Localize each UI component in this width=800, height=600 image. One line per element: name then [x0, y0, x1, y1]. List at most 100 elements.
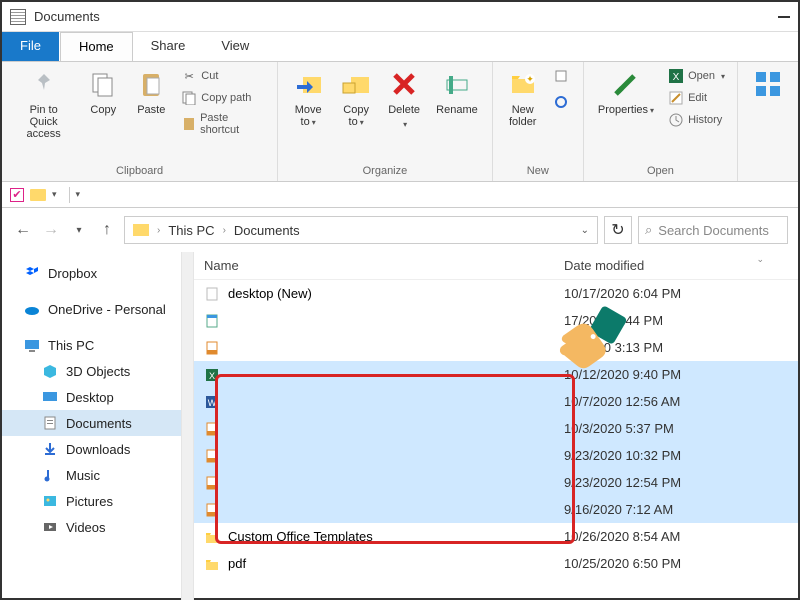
file-date: 13/2020 3:13 PM: [554, 340, 798, 355]
cube-icon: [42, 363, 58, 379]
nav-3d-objects[interactable]: 3D Objects: [2, 358, 181, 384]
copy-path-icon: [181, 90, 197, 106]
cut-button[interactable]: ✂Cut: [179, 66, 267, 86]
file-date: 10/26/2020 8:54 AM: [554, 529, 798, 544]
file-date: 17/2020 2:44 PM: [554, 313, 798, 328]
chevron-down-icon: ▾: [360, 118, 364, 127]
search-box[interactable]: ⌕ Search Documents: [638, 216, 788, 244]
tab-view[interactable]: View: [203, 32, 267, 61]
copy-button[interactable]: Copy: [83, 66, 123, 118]
file-row[interactable]: 9/16/2020 7:12 AM: [194, 496, 798, 523]
content-area: Dropbox OneDrive - Personal This PC 3D O…: [2, 252, 798, 600]
nav-pictures[interactable]: Pictures: [2, 488, 181, 514]
forward-button[interactable]: →: [40, 219, 62, 241]
file-row[interactable]: 9/23/2020 10:32 PM: [194, 442, 798, 469]
column-date-modified[interactable]: Date modified⌄: [554, 252, 798, 279]
delete-button[interactable]: Delete▾: [384, 66, 424, 131]
move-to-icon: [292, 68, 324, 100]
new-folder-icon: ✦: [507, 68, 539, 100]
pdf-icon: [204, 340, 220, 356]
select-group-icon[interactable]: [748, 66, 788, 102]
copy-path-button[interactable]: Copy path: [179, 88, 267, 108]
copy-to-button[interactable]: Copy to▾: [336, 66, 376, 130]
copy-icon: [87, 68, 119, 100]
nav-documents[interactable]: Documents: [2, 410, 181, 436]
nav-scrollbar[interactable]: [182, 252, 194, 600]
pin-to-quick-access-button[interactable]: Pin to Quick access: [12, 66, 75, 142]
column-name[interactable]: Name: [194, 252, 554, 279]
file-date: 10/17/2020 6:04 PM: [554, 286, 798, 301]
search-icon: ⌕: [645, 222, 652, 238]
address-bar[interactable]: › This PC › Documents ⌄: [124, 216, 598, 244]
folder-icon: [133, 224, 149, 236]
tab-home[interactable]: Home: [60, 32, 133, 61]
tab-file[interactable]: File: [2, 32, 59, 61]
up-button[interactable]: ↑: [96, 219, 118, 241]
tab-share[interactable]: Share: [133, 32, 204, 61]
svg-text:X: X: [673, 72, 680, 83]
file-row[interactable]: 9/23/2020 12:54 PM: [194, 469, 798, 496]
breadcrumb-segment[interactable]: Documents: [234, 223, 300, 238]
group-organize-label: Organize: [288, 163, 482, 179]
word-icon: W: [204, 394, 220, 410]
paste-button[interactable]: Paste: [131, 66, 171, 118]
nav-desktop[interactable]: Desktop: [2, 384, 181, 410]
file-row[interactable]: X10/12/2020 9:40 PM: [194, 361, 798, 388]
file-name: pdf: [228, 556, 246, 571]
file-row[interactable]: 10/3/2020 5:37 PM: [194, 415, 798, 442]
nav-onedrive[interactable]: OneDrive - Personal: [2, 296, 181, 322]
nav-this-pc[interactable]: This PC: [2, 332, 181, 358]
file-row[interactable]: desktop (New)10/17/2020 6:04 PM: [194, 280, 798, 307]
file-row[interactable]: 17/2020 2:44 PM: [194, 307, 798, 334]
file-row[interactable]: pdf10/25/2020 6:50 PM: [194, 550, 798, 577]
rename-icon: [441, 68, 473, 100]
chevron-down-icon: ▾: [403, 120, 407, 129]
recent-locations-button[interactable]: ▾: [68, 219, 90, 241]
nav-music[interactable]: Music: [2, 462, 181, 488]
file-date: 10/7/2020 12:56 AM: [554, 394, 798, 409]
file-row[interactable]: Custom Office Templates 10/26/2020 8:54 A…: [194, 523, 798, 550]
pdf-icon: [204, 502, 220, 518]
new-folder-button[interactable]: ✦ New folder: [503, 66, 543, 130]
new-item-icon: [553, 68, 569, 84]
desktop-icon: [42, 389, 58, 405]
chevron-down-icon[interactable]: ▾: [52, 189, 57, 200]
menu-tabs: File Home Share View: [2, 32, 798, 62]
pin-icon: [28, 68, 60, 100]
delete-icon: [388, 68, 420, 100]
file-date: 9/16/2020 7:12 AM: [554, 502, 798, 517]
breadcrumb-segment[interactable]: This PC: [168, 223, 214, 238]
new-item-button[interactable]: [551, 66, 571, 86]
pc-icon: [24, 337, 40, 353]
chevron-right-icon: ›: [221, 225, 228, 236]
edit-button[interactable]: Edit: [666, 88, 727, 108]
file-date: 10/3/2020 5:37 PM: [554, 421, 798, 436]
scissors-icon: ✂: [181, 68, 197, 84]
file-row[interactable]: 13/2020 3:13 PM: [194, 334, 798, 361]
minimize-icon[interactable]: [778, 16, 790, 18]
grid-icon: [752, 68, 784, 100]
file-row[interactable]: W 10/7/2020 12:56 AM: [194, 388, 798, 415]
rename-button[interactable]: Rename: [432, 66, 482, 118]
nav-dropbox[interactable]: Dropbox: [2, 260, 181, 286]
music-icon: [42, 467, 58, 483]
file-name: Custom Office Templates: [228, 529, 373, 544]
nav-downloads[interactable]: Downloads: [2, 436, 181, 462]
easy-access-button[interactable]: [551, 92, 571, 112]
select-all-checkbox[interactable]: ✔: [10, 188, 24, 202]
chevron-down-icon[interactable]: ⌄: [581, 225, 589, 236]
refresh-button[interactable]: ↻: [604, 216, 632, 244]
properties-button[interactable]: Properties▾: [594, 66, 658, 118]
paste-shortcut-icon: [181, 116, 196, 132]
search-placeholder: Search Documents: [658, 223, 769, 238]
window-title: Documents: [34, 9, 100, 24]
open-button[interactable]: XOpen▾: [666, 66, 727, 86]
group-open-label: Open: [594, 163, 727, 179]
history-button[interactable]: History: [666, 110, 727, 130]
overflow-icon[interactable]: ▾: [76, 189, 81, 200]
move-to-button[interactable]: Move to▾: [288, 66, 328, 130]
nav-videos[interactable]: Videos: [2, 514, 181, 540]
folder-icon: [30, 189, 46, 201]
paste-shortcut-button[interactable]: Paste shortcut: [179, 110, 267, 138]
back-button[interactable]: ←: [12, 219, 34, 241]
